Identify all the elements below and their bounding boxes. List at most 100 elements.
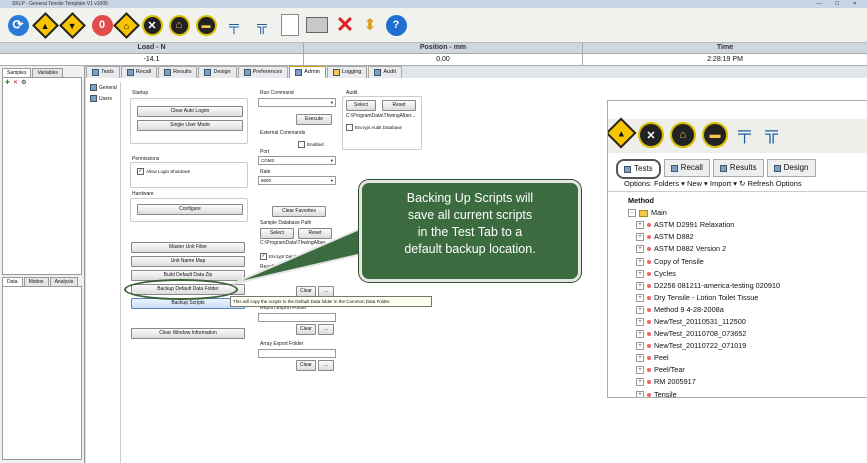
expand-icon[interactable]: + <box>636 342 644 351</box>
array-export-path[interactable] <box>258 349 336 358</box>
down-arrow-icon[interactable]: ▼ <box>58 11 86 39</box>
tab-motion[interactable]: Motion <box>23 277 49 286</box>
settings-icon[interactable]: ⚙ <box>21 79 26 86</box>
tab-logging[interactable]: Logging <box>326 66 368 78</box>
collapse-icon[interactable]: − <box>628 209 636 218</box>
tree-item[interactable]: + NewTest_20110722_071019 <box>628 340 867 352</box>
home-icon[interactable]: ⌂ <box>670 122 696 148</box>
master-unit-filter-button[interactable]: Master Unit Filter <box>131 242 245 253</box>
expand-icon[interactable]: + <box>636 330 644 339</box>
expand-icon[interactable]: + <box>636 269 644 278</box>
expand-icon[interactable]: + <box>636 293 644 302</box>
side-item-users[interactable]: Users <box>88 93 120 104</box>
tree-item[interactable]: + Peel <box>628 352 867 364</box>
report-export-clear-button[interactable]: Clear <box>296 324 316 335</box>
tree-item[interactable]: + Cycles <box>628 268 867 280</box>
report-export-browse-button[interactable]: ... <box>318 324 334 335</box>
expand-icon[interactable]: + <box>636 378 644 387</box>
print-icon[interactable] <box>305 13 329 37</box>
samples-list[interactable]: ✚ ✕ ⚙ <box>2 77 82 275</box>
expand-icon[interactable]: + <box>636 305 644 314</box>
tab-audit[interactable]: Audit <box>368 66 402 78</box>
port-select[interactable]: COM3 ▾ <box>258 156 336 165</box>
execute-button[interactable]: Execute <box>296 114 332 125</box>
tree-item[interactable]: + Peel/Tear <box>628 364 867 376</box>
run-command-select[interactable]: ▾ <box>258 98 336 107</box>
tab-recall[interactable]: Recall <box>120 66 158 78</box>
expand-icon[interactable]: + <box>636 317 644 326</box>
load-cell-icon[interactable]: ▬ <box>702 122 728 148</box>
expand-icon[interactable]: + <box>636 366 644 375</box>
fixture-icon[interactable]: ╤ <box>222 13 246 37</box>
clear-window-information-button[interactable]: Clear Window Information <box>131 328 245 339</box>
home-icon[interactable]: ⌂ <box>167 13 191 37</box>
inset-tab-recall[interactable]: Recall <box>663 159 710 177</box>
tab-preferences[interactable]: Preferences <box>237 66 289 78</box>
tree-item[interactable]: + NewTest_20110531_112500 <box>628 316 867 328</box>
expand-icon[interactable]: + <box>636 221 644 230</box>
help-icon[interactable]: ? <box>384 13 408 37</box>
tab-samples[interactable]: Samples <box>2 68 32 77</box>
tab-results[interactable]: Results <box>158 66 198 78</box>
inset-tab-tests[interactable]: Tests <box>616 159 661 179</box>
expand-icon[interactable]: + <box>636 245 644 254</box>
load-cell-icon[interactable]: ▬ <box>194 13 218 37</box>
tab-analysis[interactable]: Analysis <box>49 277 79 286</box>
fixture-icon[interactable]: ╤ <box>734 122 755 143</box>
report-export-path[interactable] <box>258 313 336 322</box>
tree-item[interactable]: + ASTM D882 Version 2 <box>628 243 867 255</box>
expand-icon[interactable]: + <box>636 281 644 290</box>
array-export-clear-button[interactable]: Clear <box>296 360 316 371</box>
encrypt-audit-checkbox[interactable]: Encrypt Audit Database <box>346 124 402 131</box>
rate-select[interactable]: 9600 ▾ <box>258 176 336 185</box>
document-icon[interactable] <box>278 13 302 37</box>
shift-icon[interactable]: ⬍ <box>358 13 382 37</box>
tab-design[interactable]: Design <box>198 66 237 78</box>
side-item-general[interactable]: General <box>88 82 120 93</box>
tree-item[interactable]: + NewTest_20110708_073652 <box>628 328 867 340</box>
single-user-mode-button[interactable]: Single User Mode <box>137 120 243 131</box>
home-up-icon[interactable]: ▲ <box>608 117 637 149</box>
zero-icon[interactable]: 0 <box>90 13 114 37</box>
configure-button[interactable]: Configure <box>137 204 243 215</box>
inset-tab-design[interactable]: Design <box>766 159 816 177</box>
stop-icon[interactable]: ✕ <box>140 13 164 37</box>
window-controls[interactable]: — ☐ ✕ <box>817 1 863 7</box>
clear-favorites-button[interactable]: Clear Favorites <box>272 206 326 217</box>
allow-shutdown-checkbox[interactable]: ✓ Allow Login Shutdown <box>137 168 190 175</box>
tab-tests[interactable]: Tests <box>86 66 120 78</box>
expand-icon[interactable]: + <box>636 233 644 242</box>
inset-options-bar[interactable]: Options: Folders ▾ New ▾ Import ▾ ↻ Refr… <box>608 177 867 192</box>
expand-icon[interactable]: + <box>636 390 644 397</box>
tree-root[interactable]: − Main <box>628 207 867 219</box>
remove-icon[interactable]: ✕ <box>13 79 18 86</box>
tab-variables[interactable]: Variables <box>32 68 63 77</box>
tree-item[interactable]: + ASTM D882 <box>628 231 867 243</box>
tree-item[interactable]: + Copy of Tensile <box>628 255 867 267</box>
array-export-browse-button[interactable]: ... <box>318 360 334 371</box>
delete-icon[interactable]: ✕ <box>333 12 357 37</box>
home-up-icon[interactable]: ⌂ <box>112 11 140 39</box>
enabled-checkbox[interactable]: Enabled <box>298 141 324 148</box>
refresh-icon[interactable]: ⟳ <box>6 13 30 37</box>
fixture-2-icon[interactable]: ╦ <box>761 122 782 143</box>
expand-icon[interactable]: + <box>636 257 644 266</box>
tab-data[interactable]: Data <box>2 277 23 286</box>
tree-item[interactable]: + RM 2005917 <box>628 376 867 388</box>
fixture-2-icon[interactable]: ╦ <box>250 13 274 37</box>
time-value: 2:28:19 PM <box>583 54 867 65</box>
tree-item[interactable]: + D2256 081211-america-testing 020910 <box>628 280 867 292</box>
tree-item[interactable]: + Tensile <box>628 389 867 397</box>
tree-item[interactable]: + ASTM D2991 Relaxation <box>628 219 867 231</box>
tree-item[interactable]: + Dry Tensile - Lotion Toilet Tissue <box>628 292 867 304</box>
tree-item[interactable]: + Method 9 4-28-2008a <box>628 304 867 316</box>
up-arrow-icon[interactable]: ▲ <box>31 11 59 39</box>
inset-tab-results[interactable]: Results <box>712 159 764 177</box>
stop-icon[interactable]: ✕ <box>638 122 664 148</box>
clear-auto-logon-button[interactable]: Clear Auto Logon <box>137 106 243 117</box>
add-icon[interactable]: ✚ <box>5 79 10 86</box>
unit-name-map-button[interactable]: Unit Name Map <box>131 256 245 267</box>
audit-reset-button[interactable]: Reset <box>382 100 416 111</box>
audit-select-button[interactable]: Select <box>346 100 376 111</box>
expand-icon[interactable]: + <box>636 354 644 363</box>
